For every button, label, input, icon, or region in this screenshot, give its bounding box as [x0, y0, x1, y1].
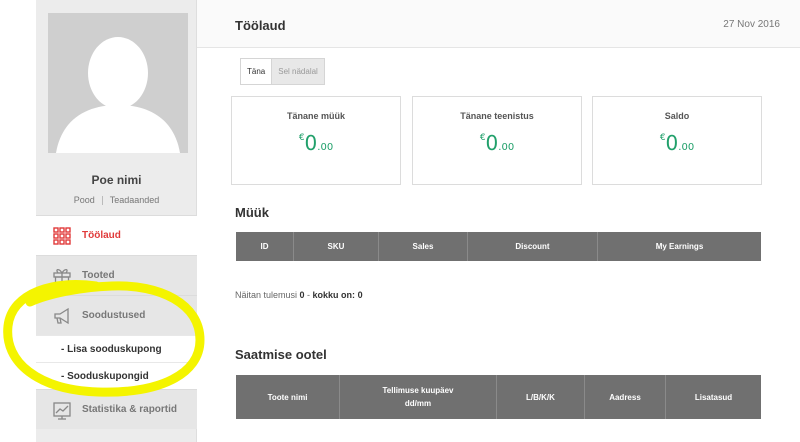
gift-icon	[51, 265, 73, 287]
sidebar-item-statistics[interactable]: Statistika & raportid	[36, 389, 197, 429]
summary-cards: Tänane müük €0.00 Tänane teenistus €0.00…	[231, 96, 796, 185]
column-header[interactable]: Tellimuse kuupäev dd/mm	[340, 375, 497, 419]
sidebar-item-promotions[interactable]: Soodustused	[36, 295, 197, 335]
card-title: Saldo	[664, 111, 690, 121]
sidebar-item-label: Soodustused	[82, 310, 146, 321]
card-value: €0.00	[479, 131, 515, 155]
column-header[interactable]: Lisatasud	[666, 375, 761, 419]
sidebar-item-label: Tooted	[82, 270, 115, 281]
avatar	[48, 13, 188, 153]
column-header[interactable]: Aadress	[585, 375, 666, 419]
tab-this-week[interactable]: Sel nädalal	[272, 58, 325, 85]
card-title: Tänane teenistus	[460, 111, 534, 121]
store-link[interactable]: Pood	[74, 195, 95, 205]
main-content: Töölaud 27 Nov 2016 Täna Sel nädalal Tän…	[197, 0, 800, 442]
pending-section-title: Saatmise ootel	[235, 347, 327, 362]
promotions-submenu: - Lisa sooduskupong - Sooduskupongid	[36, 335, 197, 389]
page-title: Töölaud	[235, 18, 286, 33]
card-title: Tänane müük	[286, 111, 345, 121]
sidebar-item-label: Statistika & raportid	[82, 404, 178, 415]
column-header[interactable]: Toote nimi	[236, 375, 340, 419]
tab-today[interactable]: Täna	[240, 58, 273, 85]
card-today-sales: Tänane müük €0.00	[231, 96, 401, 185]
sales-table-header: ID SKU Sales Discount My Earnings	[236, 232, 761, 261]
sidebar-item-products[interactable]: Tooted	[36, 255, 197, 295]
sidebar-item-label: Töölaud	[82, 230, 121, 241]
submenu-coupons[interactable]: - Sooduskupongid	[36, 362, 197, 389]
pending-table-header: Toote nimi Tellimuse kuupäev dd/mm L/B/K…	[236, 375, 761, 419]
app-window: Poe nimi Pood Teadaanded Töölaud Tooted …	[0, 0, 800, 442]
divider	[101, 196, 103, 206]
submenu-add-coupon[interactable]: - Lisa sooduskupong	[36, 335, 197, 362]
results-summary: Näitan tulemusi 0 - kokku on: 0	[235, 290, 363, 300]
notifications-link[interactable]: Teadaanded	[110, 195, 160, 205]
megaphone-icon	[51, 305, 73, 327]
sidebar-menu: Töölaud Tooted Soodustused - Lisa soodus…	[36, 215, 197, 429]
sales-section-title: Müük	[235, 205, 269, 220]
column-header[interactable]: Sales	[379, 232, 468, 261]
current-date: 27 Nov 2016	[723, 19, 780, 30]
card-value: €0.00	[659, 131, 695, 155]
store-name: Poe nimi	[91, 173, 142, 187]
column-header[interactable]: ID	[236, 232, 294, 261]
period-tabs: Täna Sel nädalal	[240, 58, 325, 85]
sidebar: Poe nimi Pood Teadaanded Töölaud Tooted …	[36, 0, 197, 442]
grid-icon	[51, 225, 73, 247]
chart-icon	[51, 399, 73, 421]
card-today-earnings: Tänane teenistus €0.00	[412, 96, 582, 185]
column-header[interactable]: SKU	[294, 232, 379, 261]
column-header[interactable]: My Earnings	[598, 232, 761, 261]
card-value: €0.00	[298, 131, 334, 155]
user-placeholder-icon	[48, 13, 188, 153]
card-balance: Saldo €0.00	[592, 96, 762, 185]
header-bar: Töölaud 27 Nov 2016	[197, 0, 800, 48]
store-links: Pood Teadaanded	[36, 195, 197, 206]
column-header[interactable]: L/B/K/K	[497, 375, 585, 419]
sidebar-item-dashboard[interactable]: Töölaud	[36, 215, 197, 255]
column-header[interactable]: Discount	[468, 232, 598, 261]
